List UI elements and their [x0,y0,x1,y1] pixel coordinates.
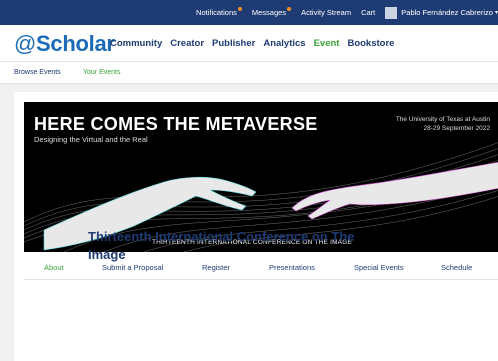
messages-link[interactable]: Messages [251,7,292,17]
tab-submit-proposal[interactable]: Submit a Proposal [102,263,163,272]
venue-dates: 28-29 September 2022 [423,125,491,132]
main-header: @Scholar Community Creator Publisher Ana… [0,25,498,62]
nav-bookstore[interactable]: Bookstore [347,38,394,49]
banner-venue: The University of Texas at Austin 28-29 … [396,115,490,133]
event-card: HERE COMES THE METAVERSE Designing the V… [14,92,498,361]
user-menu[interactable]: Pablo Fernández Cabrerizo ▾ [385,6,498,19]
message-dot [287,7,292,11]
user-name: Pablo Fernández Cabrerizo [401,7,493,17]
main-nav: Community Creator Publisher Analytics Ev… [110,38,402,49]
tab-about[interactable]: About [44,263,64,272]
banner-title: HERE COMES THE METAVERSE [34,114,318,134]
nav-publisher[interactable]: Publisher [212,38,255,49]
top-utility-bar: Notifications Messages Activity Stream C… [0,0,498,25]
nav-community[interactable]: Community [110,38,162,49]
nav-creator[interactable]: Creator [170,38,204,49]
tab-presentations[interactable]: Presentations [269,263,315,272]
notifications-link[interactable]: Notifications [196,7,242,17]
nav-event[interactable]: Event [314,38,340,49]
sub-nav: Browse Events Your Events [0,62,498,84]
notifications-label: Notifications [196,8,237,17]
venue-name: The University of Texas at Austin [395,116,490,123]
avatar [385,6,398,19]
your-events-link[interactable]: Your Events [83,69,121,76]
tab-register[interactable]: Register [202,263,230,272]
notification-dot [237,7,242,11]
tab-schedule[interactable]: Schedule [441,263,472,272]
cart-link[interactable]: Cart [361,8,375,17]
utility-links: Notifications Messages Activity Stream C… [186,0,498,25]
activity-stream-link[interactable]: Activity Stream [301,8,351,17]
browse-events-link[interactable]: Browse Events [14,69,61,76]
cgscholar-logo[interactable]: @Scholar [14,31,115,57]
banner-subtitle: Designing the Virtual and the Real [34,135,148,144]
nav-analytics[interactable]: Analytics [263,38,305,49]
messages-label: Messages [251,8,287,17]
tab-special-events[interactable]: Special Events [354,263,404,272]
page-title: Thirteenth International Conference on T… [88,229,355,262]
